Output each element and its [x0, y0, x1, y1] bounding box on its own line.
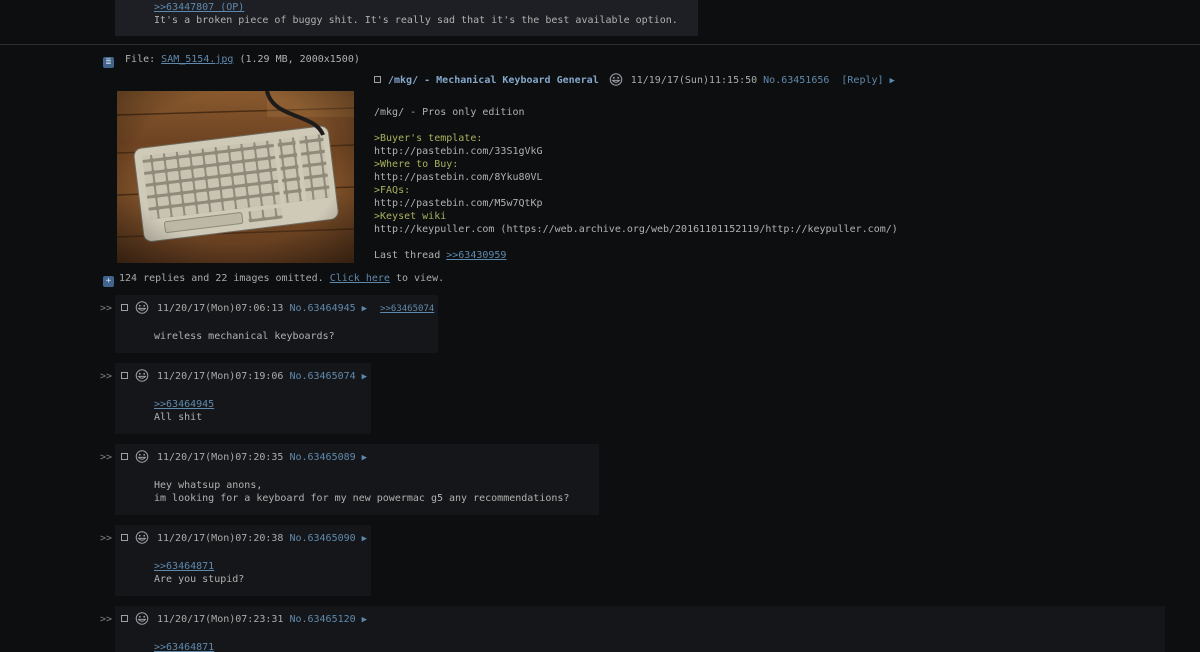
reply-header: 11/20/17(Mon)07:23:31 No.63465120 ▶ — [121, 612, 1161, 629]
reply-row: >> 11/20/17(Mon)07:19:06 No.63465074 ▶ >>6… — [100, 363, 1200, 434]
anonymous-face-icon — [135, 301, 149, 318]
post-number-link[interactable]: No.63465090 — [289, 533, 355, 544]
post-date: 11/20/17(Mon)07:20:38 — [157, 533, 283, 544]
post-menu-arrow-icon[interactable]: ▶ — [362, 534, 367, 544]
reply-row: >> 11/20/17(Mon)07:20:38 No.63465090 ▶ >>6… — [100, 525, 1200, 596]
quotelink[interactable]: >>63464871 — [154, 561, 214, 572]
post-date: 11/20/17(Mon)07:23:31 — [157, 614, 283, 625]
reply-message: >>63464871 Are you stupid? — [154, 560, 341, 586]
reply-text-line: All shit — [154, 411, 341, 424]
reply-post: 11/20/17(Mon)07:23:31 No.63465120 ▶ >>6346… — [115, 606, 1165, 652]
reply-header: 11/20/17(Mon)07:20:35 No.63465089 ▶ — [121, 450, 595, 467]
post-menu-arrow-icon[interactable]: ▶ — [890, 76, 895, 86]
post-number-link[interactable]: No.63464945 — [289, 303, 355, 314]
image-expand-icon[interactable]: ≣ — [103, 57, 114, 68]
quotelink[interactable]: >>63430959 — [446, 250, 506, 261]
anonymous-face-icon — [135, 450, 149, 467]
view-thread-link[interactable]: Click here — [330, 273, 390, 284]
anonymous-face-icon — [135, 612, 149, 629]
post-number-link[interactable]: No.63465074 — [289, 371, 355, 382]
file-label: File: — [125, 54, 155, 65]
post-number-link[interactable]: No.63465089 — [289, 452, 355, 463]
thread-subject: /mkg/ - Mechanical Keyboard General — [388, 75, 599, 86]
post-checkbox[interactable] — [121, 534, 128, 541]
last-thread-label: Last thread — [374, 250, 446, 261]
anonymous-face-icon — [135, 531, 149, 548]
reply-post: 11/20/17(Mon)07:06:13 No.63464945 ▶ >>63465… — [115, 295, 438, 353]
omitted-posts-line: +124 replies and 22 images omitted. Clic… — [103, 272, 1200, 287]
thread-image-thumbnail[interactable] — [117, 91, 354, 263]
file-name-link[interactable]: SAM_5154.jpg — [161, 54, 233, 65]
keyboard-photo — [117, 91, 354, 263]
reply-text-line: Are you stupid? — [154, 573, 341, 586]
side-arrows: >> — [100, 363, 115, 383]
reply-message: >>63464871 I wonder if there even is mor… — [154, 641, 1135, 652]
omitted-suffix: to view. — [390, 273, 444, 284]
reply-post: 11/20/17(Mon)07:19:06 No.63465074 ▶ >>6346… — [115, 363, 371, 434]
thread-page: >>63447807 (OP) It's a broken piece of b… — [0, 0, 1200, 652]
anonymous-face-icon — [135, 369, 149, 386]
side-arrows: >> — [100, 525, 115, 545]
post-checkbox[interactable] — [374, 76, 381, 83]
reply-text-line: wireless mechanical keyboards? — [154, 330, 408, 343]
reply-header: 11/20/17(Mon)07:20:38 No.63465090 ▶ — [121, 531, 367, 548]
post-message: It's a broken piece of buggy shit. It's … — [154, 14, 678, 27]
quotelink[interactable]: >>63464871 — [154, 642, 214, 652]
omitted-text: 124 replies and 22 images omitted. — [119, 273, 330, 284]
post-checkbox[interactable] — [121, 304, 128, 311]
thread-op: ≣ File: SAM_5154.jpg (1.29 MB, 2000x1500… — [100, 53, 1200, 287]
post-date: 11/20/17(Mon)07:20:35 — [157, 452, 283, 463]
reply-message: >>63464945 All shit — [154, 398, 341, 424]
side-arrows: >> — [100, 444, 115, 464]
post-checkbox[interactable] — [121, 372, 128, 379]
reply-message: wireless mechanical keyboards? — [154, 330, 408, 343]
partial-post: >>63447807 (OP) It's a broken piece of b… — [115, 0, 698, 36]
reply-text-line: Hey whatsup anons, — [154, 479, 569, 492]
post-date: 11/20/17(Mon)07:19:06 — [157, 371, 283, 382]
file-meta: (1.29 MB, 2000x1500) — [239, 54, 359, 65]
quotelink[interactable]: >>63447807 (OP) — [154, 2, 244, 13]
reply-header: 11/20/17(Mon)07:06:13 No.63464945 ▶ >>63465… — [121, 301, 434, 318]
thread-divider — [0, 44, 1200, 45]
post-menu-arrow-icon[interactable]: ▶ — [362, 372, 367, 382]
file-info: ≣ File: SAM_5154.jpg (1.29 MB, 2000x1500… — [103, 53, 1200, 68]
post-number-link[interactable]: No.63465120 — [289, 614, 355, 625]
reply-row: >> 11/20/17(Mon)07:06:13 No.63464945 ▶ >>63… — [100, 295, 1200, 353]
reply-header: 11/20/17(Mon)07:19:06 No.63465074 ▶ — [121, 369, 367, 386]
post-menu-arrow-icon[interactable]: ▶ — [362, 453, 367, 463]
anonymous-face-icon — [609, 73, 623, 90]
reply-link[interactable]: [Reply] — [841, 75, 883, 86]
post-menu-arrow-icon[interactable]: ▶ — [362, 615, 367, 625]
side-arrows: >> — [100, 295, 115, 315]
reply-post: 11/20/17(Mon)07:20:38 No.63465090 ▶ >>6346… — [115, 525, 371, 596]
reply-row: >> 11/20/17(Mon)07:23:31 No.63465120 ▶ >>6… — [100, 606, 1200, 652]
reply-post: 11/20/17(Mon)07:20:35 No.63465089 ▶ Hey wh… — [115, 444, 599, 515]
expand-thread-icon[interactable]: + — [103, 276, 114, 287]
post-number-link[interactable]: No.63451656 — [763, 75, 829, 86]
quotelink[interactable]: >>63464945 — [154, 399, 214, 410]
op-post-header: /mkg/ - Mechanical Keyboard General 11/19… — [100, 73, 1200, 90]
post-menu-arrow-icon[interactable]: ▶ — [362, 304, 367, 314]
post-date: 11/19/17(Sun)11:15:50 — [631, 75, 757, 86]
reply-message: Hey whatsup anons, im looking for a keyb… — [154, 479, 569, 505]
reply-row: >> 11/20/17(Mon)07:20:35 No.63465089 ▶ Hey… — [100, 444, 1200, 515]
side-arrows: >> — [100, 606, 115, 626]
backlink[interactable]: >>63465074 — [380, 304, 434, 314]
post-date: 11/20/17(Mon)07:06:13 — [157, 303, 283, 314]
post-checkbox[interactable] — [121, 453, 128, 460]
reply-text-line: im looking for a keyboard for my new pow… — [154, 492, 569, 505]
post-checkbox[interactable] — [121, 615, 128, 622]
